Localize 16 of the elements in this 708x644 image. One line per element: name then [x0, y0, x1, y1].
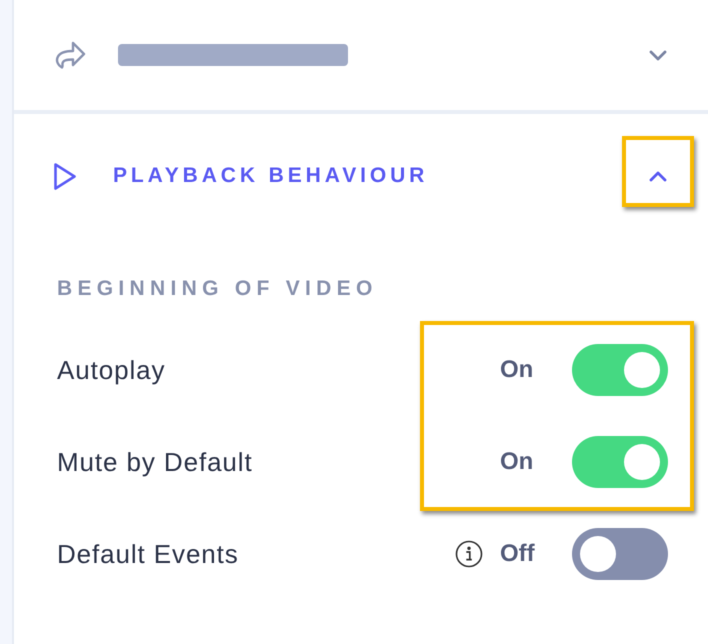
chevron-down-icon [649, 50, 667, 60]
toggle-switch[interactable] [572, 344, 668, 396]
play-icon [53, 162, 77, 190]
chevron-up-icon [649, 170, 667, 182]
section-title: PLAYBACK BEHAVIOUR [113, 164, 428, 188]
toggle-state-text: On [500, 356, 534, 384]
info-icon[interactable] [455, 540, 483, 568]
group-heading: BEGINNING OF VIDEO [57, 278, 378, 300]
toggle-state-text: On [500, 448, 534, 476]
setting-label: Default Events [57, 538, 239, 570]
share-icon [53, 41, 87, 69]
toggle-switch[interactable] [572, 436, 668, 488]
toggle-switch[interactable] [572, 528, 668, 580]
setting-label: Autoplay [57, 354, 166, 386]
toggle-state-text: Off [500, 540, 536, 568]
setting-label: Mute by Default [57, 446, 253, 478]
